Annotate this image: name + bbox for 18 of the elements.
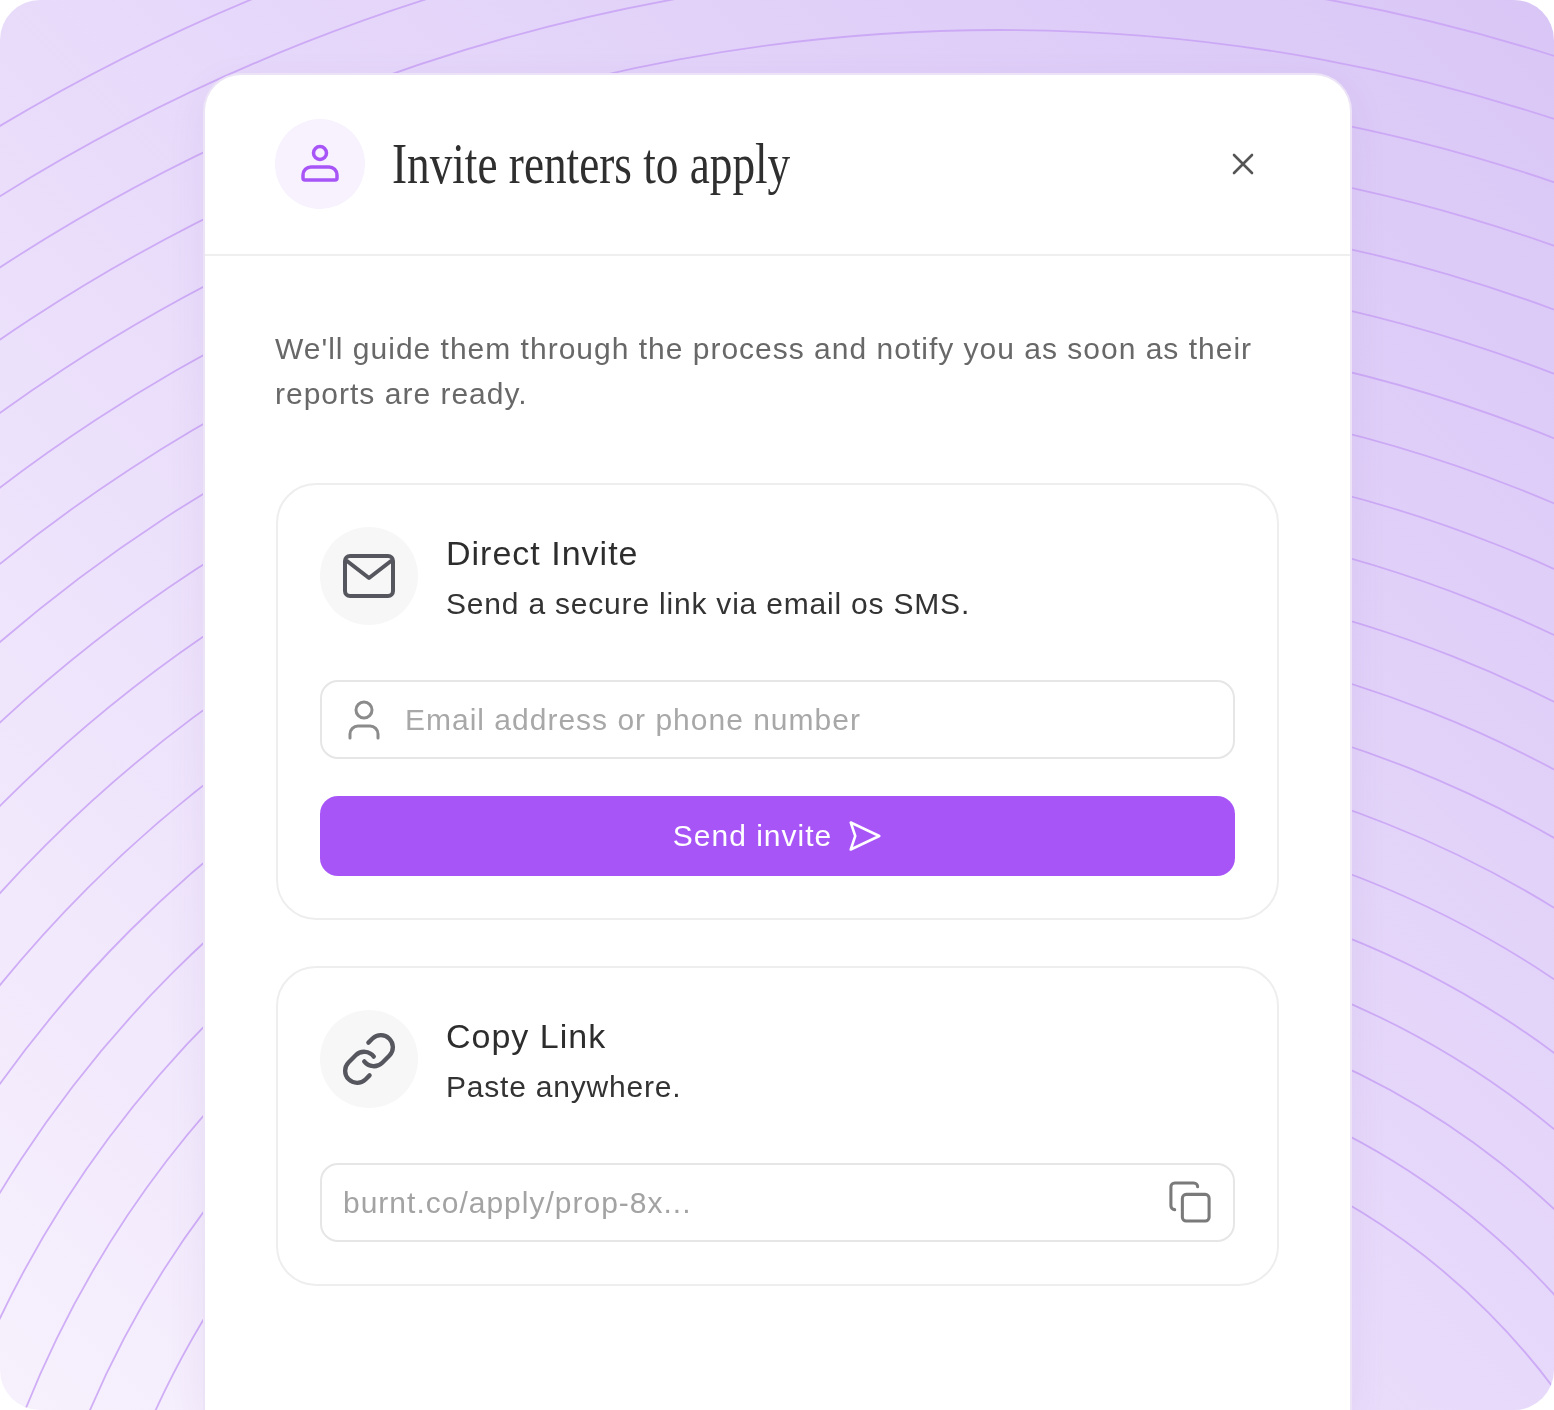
close-icon <box>1232 153 1254 175</box>
copy-icon <box>1169 1181 1211 1223</box>
send-icon <box>848 821 883 851</box>
person-icon <box>348 700 380 740</box>
copy-button[interactable] <box>1169 1181 1211 1223</box>
link-field[interactable]: burnt.co/apply/prop-8x... <box>320 1163 1235 1242</box>
dialog-title: Invite renters to apply <box>392 130 791 198</box>
option-title: Direct Invite <box>446 533 639 573</box>
contact-input-field[interactable]: Email address or phone number <box>320 680 1235 759</box>
send-invite-button[interactable]: Send invite <box>320 796 1235 876</box>
option-title: Copy Link <box>446 1016 607 1056</box>
envelope-icon <box>320 527 418 625</box>
dialog-description: We'll guide them through the process and notify you as soon as their reports are ready. <box>275 331 1254 412</box>
close-button[interactable] <box>1232 153 1254 175</box>
link-icon <box>320 1010 418 1108</box>
option-subtitle: Paste anywhere. <box>446 1069 682 1105</box>
person-icon <box>275 119 365 209</box>
option-subtitle: Send a secure link via email os SMS. <box>446 586 971 622</box>
